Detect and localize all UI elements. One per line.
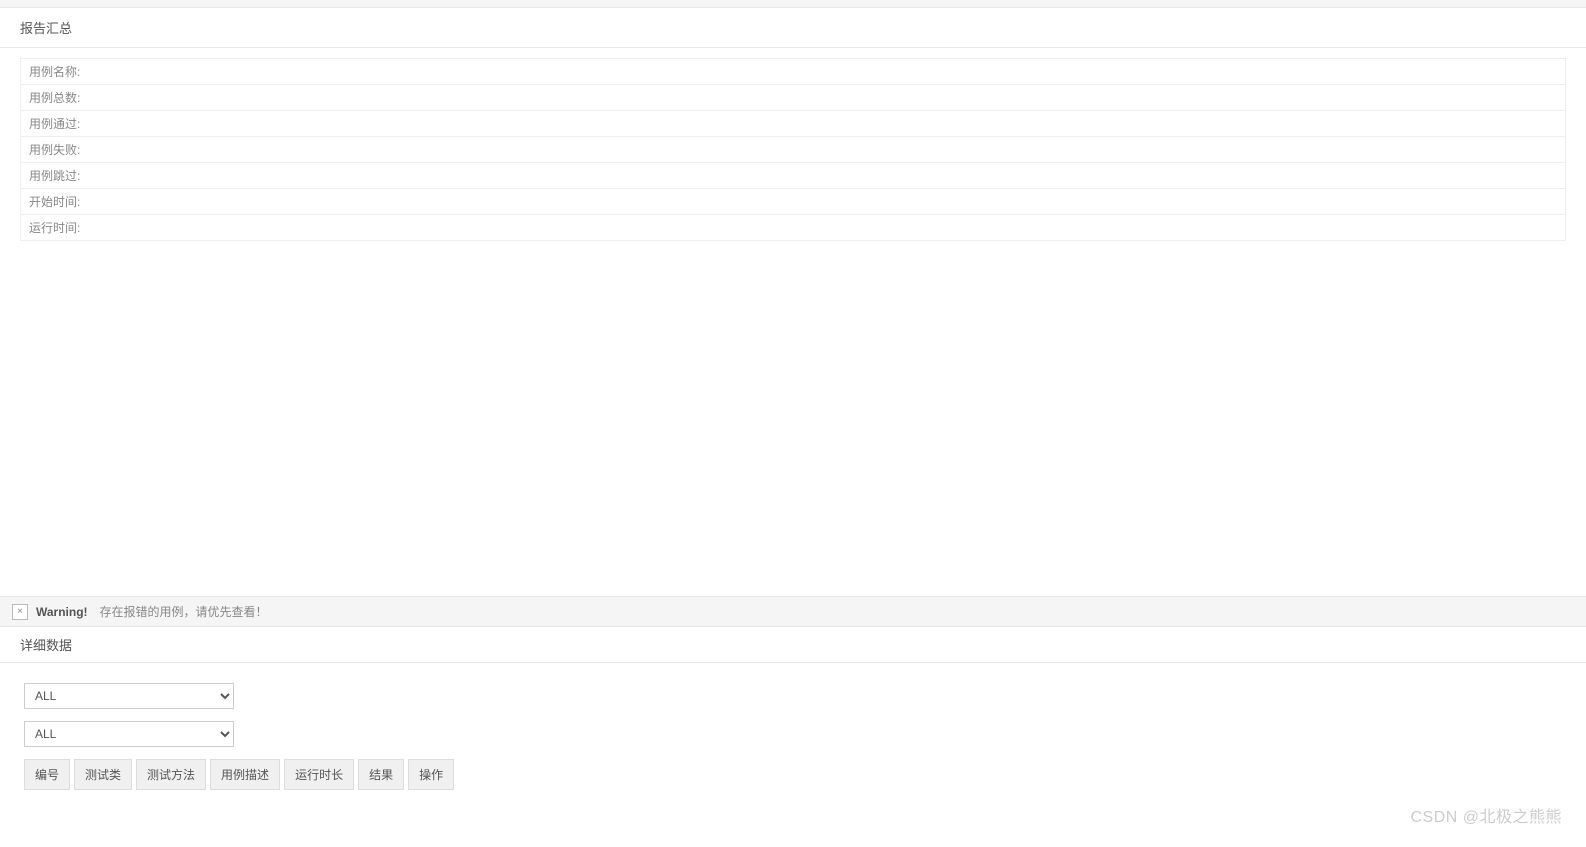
summary-row: 用例失败: — [20, 136, 1566, 162]
warning-label: Warning! — [36, 605, 88, 619]
summary-title: 报告汇总 — [0, 8, 1586, 48]
column-header-result: 结果 — [358, 759, 404, 790]
filter-select-1[interactable]: ALL — [24, 683, 234, 709]
summary-list: 用例名称: 用例总数: 用例通过: 用例失败: 用例跳过: 开始时间: 运行时间… — [20, 58, 1566, 241]
warning-bar: × Warning! 存在报错的用例，请优先查看！ — [0, 596, 1586, 627]
summary-row: 用例跳过: — [20, 162, 1566, 188]
summary-row: 运行时间: — [20, 214, 1566, 241]
controls-area: ALL ALL 编号 测试类 测试方法 用例描述 运行时长 结果 操作 — [0, 663, 1586, 800]
column-header-duration: 运行时长 — [284, 759, 354, 790]
table-header: 编号 测试类 测试方法 用例描述 运行时长 结果 操作 — [24, 759, 1562, 790]
summary-row: 用例名称: — [20, 58, 1566, 84]
watermark: CSDN @北极之熊熊 — [1410, 803, 1562, 827]
summary-row: 用例总数: — [20, 84, 1566, 110]
column-header-class: 测试类 — [74, 759, 132, 790]
filter-select-2[interactable]: ALL — [24, 721, 234, 747]
summary-row: 用例通过: — [20, 110, 1566, 136]
close-warning-button[interactable]: × — [12, 604, 28, 620]
column-header-method: 测试方法 — [136, 759, 206, 790]
filter-select-1-wrap: ALL — [24, 683, 1562, 709]
detail-title: 详细数据 — [0, 627, 1586, 663]
warning-text: 存在报错的用例，请优先查看！ — [100, 603, 268, 620]
column-header-id: 编号 — [24, 759, 70, 790]
spacer — [0, 241, 1586, 596]
filter-select-2-wrap: ALL — [24, 721, 1562, 747]
top-border — [0, 0, 1586, 8]
column-header-action: 操作 — [408, 759, 454, 790]
column-header-desc: 用例描述 — [210, 759, 280, 790]
summary-row: 开始时间: — [20, 188, 1566, 214]
